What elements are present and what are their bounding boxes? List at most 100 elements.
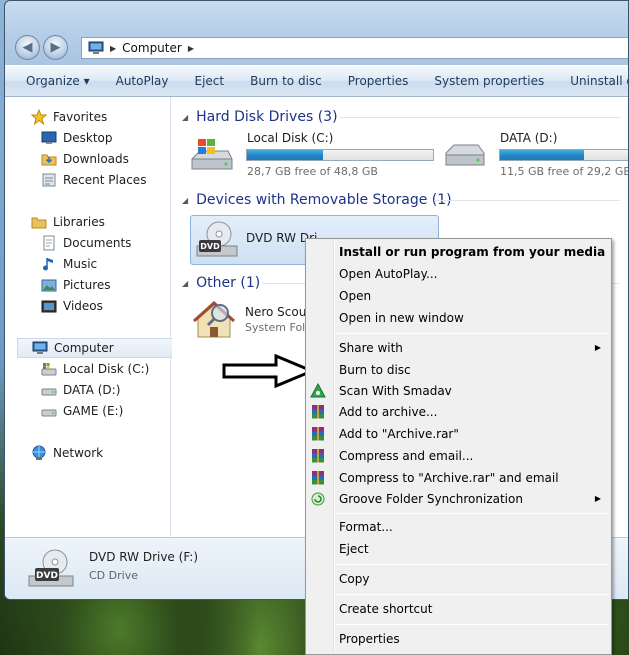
drive-c-usage-bar: [246, 149, 434, 161]
network-icon: [31, 445, 47, 461]
organize-button[interactable]: Organize ▾: [13, 69, 103, 93]
group-title-hdd: Hard Disk Drives (3): [196, 109, 338, 125]
nav-downloads[interactable]: Downloads: [41, 149, 129, 169]
group-title-other: Other (1): [196, 275, 261, 291]
windows-drive-icon: [190, 135, 234, 175]
nav-downloads-label: Downloads: [63, 152, 129, 166]
nav-computer[interactable]: Computer: [17, 338, 179, 358]
nav-desktop-label: Desktop: [63, 131, 113, 145]
nav-libraries[interactable]: Libraries: [31, 212, 105, 232]
nav-libraries-label: Libraries: [53, 215, 105, 229]
submenu-arrow-icon: ▶: [594, 494, 601, 503]
nav-documents[interactable]: Documents: [41, 233, 131, 253]
group-divider: [340, 117, 620, 118]
nav-data-d[interactable]: DATA (D:): [41, 380, 120, 400]
downloads-folder-icon: [41, 151, 57, 167]
menu-separator: [336, 333, 608, 334]
collapse-triangle-icon: ◢: [182, 278, 189, 288]
menu-add-to-archive[interactable]: Add to archive...: [339, 402, 437, 422]
nav-music[interactable]: Music: [41, 254, 97, 274]
winrar-icon: [310, 470, 326, 486]
svg-text:DVD: DVD: [200, 242, 220, 251]
details-type: CD Drive: [89, 569, 138, 582]
nav-pictures-label: Pictures: [63, 278, 111, 292]
nav-documents-label: Documents: [63, 236, 132, 250]
winrar-icon: [310, 448, 326, 464]
drive-c-name: Local Disk (C:): [247, 131, 334, 145]
nav-recent-places[interactable]: Recent Places: [41, 170, 146, 190]
menu-open-new-window[interactable]: Open in new window: [339, 308, 464, 328]
menu-eject[interactable]: Eject: [339, 539, 369, 559]
nav-network-label: Network: [53, 446, 104, 460]
documents-icon: [41, 235, 57, 251]
collapse-triangle-icon: ◢: [182, 195, 189, 205]
item-nero-scout[interactable]: Nero Scout System Folde: [190, 297, 319, 347]
nav-desktop[interactable]: Desktop: [41, 128, 113, 148]
drive-data-d[interactable]: DATA (D:) 11,5 GB free of 29,2 GB: [442, 131, 629, 181]
drive-local-disk-c[interactable]: Local Disk (C:) 28,7 GB free of 48,8 GB: [188, 131, 438, 181]
dvd-drive-icon: DVD: [195, 220, 239, 260]
system-properties-button[interactable]: System properties: [421, 69, 557, 93]
menu-add-to-archive-rar[interactable]: Add to "Archive.rar": [339, 424, 459, 444]
computer-icon: [88, 40, 104, 56]
nav-favorites[interactable]: Favorites: [30, 107, 108, 127]
uninstall-button[interactable]: Uninstall or ch: [557, 69, 628, 93]
group-header-other[interactable]: ◢ Other (1): [182, 273, 260, 293]
computer-icon: [32, 340, 48, 356]
nav-pictures[interactable]: Pictures: [41, 275, 111, 295]
group-header-removable-storage[interactable]: ◢ Devices with Removable Storage (1): [182, 190, 452, 210]
nav-videos[interactable]: Videos: [41, 296, 103, 316]
menu-compress-email[interactable]: Compress and email...: [339, 446, 473, 466]
group-divider: [434, 200, 620, 201]
menu-separator: [336, 624, 608, 625]
back-button[interactable]: ◀: [15, 35, 40, 60]
navigation-pane: Favorites Desktop Downloads Recent Place…: [5, 97, 179, 537]
nav-game-e[interactable]: GAME (E:): [41, 401, 123, 421]
eject-button[interactable]: Eject: [182, 69, 238, 93]
libraries-icon: [31, 214, 47, 230]
menu-create-shortcut[interactable]: Create shortcut: [339, 599, 432, 619]
nav-local-disk-c[interactable]: Local Disk (C:): [41, 359, 149, 379]
details-name: DVD RW Drive (F:): [89, 550, 199, 564]
menu-groove-sync[interactable]: Groove Folder Synchronization: [339, 489, 523, 509]
menu-separator: [336, 564, 608, 565]
drive-icon: [442, 141, 488, 173]
drive-d-free-space: 11,5 GB free of 29,2 GB: [500, 165, 629, 178]
nav-network[interactable]: Network: [31, 443, 103, 463]
nero-scout-name: Nero Scout: [245, 305, 312, 319]
drive-c-free-space: 28,7 GB free of 48,8 GB: [247, 165, 378, 178]
breadcrumb-chevron-icon[interactable]: ▶: [188, 44, 194, 53]
nav-recent-places-label: Recent Places: [63, 173, 147, 187]
address-bar-row: ◀ ▶ ▶ Computer ▶: [5, 31, 628, 63]
breadcrumb-computer[interactable]: Computer: [122, 41, 182, 55]
nav-favorites-label: Favorites: [53, 110, 108, 124]
forward-button[interactable]: ▶: [43, 35, 68, 60]
address-bar[interactable]: ▶ Computer ▶: [81, 37, 628, 59]
menu-properties[interactable]: Properties: [339, 629, 400, 649]
drive-icon: [41, 382, 57, 398]
menu-format[interactable]: Format...: [339, 517, 393, 537]
menu-open[interactable]: Open: [339, 286, 371, 306]
recent-places-icon: [41, 172, 57, 188]
menu-share-with[interactable]: Share with: [339, 338, 403, 358]
burn-to-disc-button[interactable]: Burn to disc: [237, 69, 335, 93]
nav-computer-label: Computer: [54, 341, 114, 355]
menu-open-autoplay[interactable]: Open AutoPlay...: [339, 264, 437, 284]
context-menu: Install or run program from your media O…: [305, 238, 612, 655]
menu-scan-smadav[interactable]: Scan With Smadav: [339, 381, 452, 401]
command-bar: Organize ▾ AutoPlay Eject Burn to disc P…: [5, 65, 628, 97]
group-header-hard-disk-drives[interactable]: ◢ Hard Disk Drives (3): [182, 107, 338, 127]
menu-burn-to-disc[interactable]: Burn to disc: [339, 360, 411, 380]
winrar-icon: [310, 426, 326, 442]
smadav-icon: [310, 382, 326, 399]
autoplay-button[interactable]: AutoPlay: [103, 69, 182, 93]
nav-data-d-label: DATA (D:): [63, 383, 121, 397]
menu-copy[interactable]: Copy: [339, 569, 369, 589]
drive-c-usage-fill: [247, 150, 324, 160]
properties-button[interactable]: Properties: [335, 69, 422, 93]
menu-install-run[interactable]: Install or run program from your media: [339, 242, 605, 262]
breadcrumb-separator-icon: ▶: [110, 43, 117, 53]
star-icon: [30, 108, 48, 126]
music-icon: [41, 256, 57, 272]
menu-compress-rar-email[interactable]: Compress to "Archive.rar" and email: [339, 468, 559, 488]
